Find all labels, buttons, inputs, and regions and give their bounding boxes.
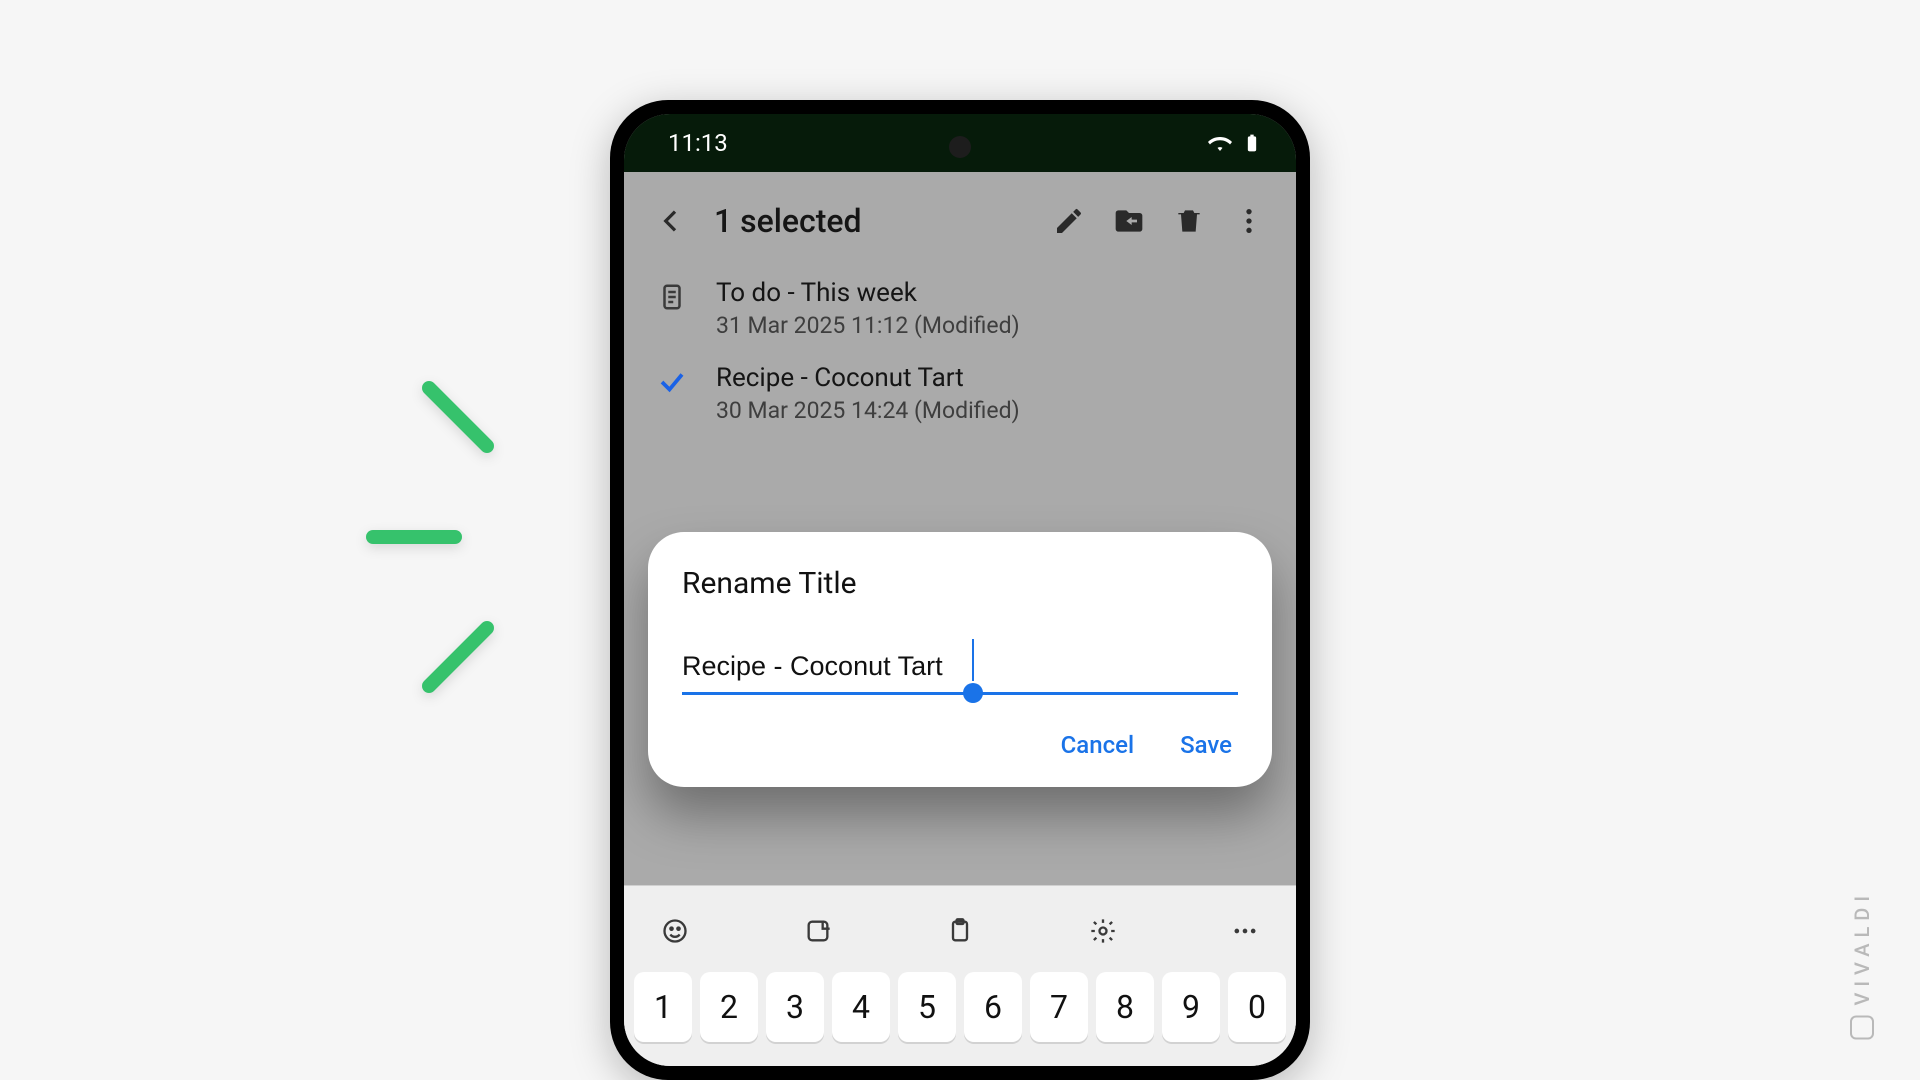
soft-keyboard[interactable]: 1 2 3 4 5 6 7 8 9 0 — [624, 885, 1296, 1066]
note-meta: 31 Mar 2025 11:12 (Modified) — [716, 312, 1020, 339]
notes-list: To do - This week 31 Mar 2025 11:12 (Mod… — [624, 266, 1296, 436]
key-digit[interactable]: 9 — [1162, 972, 1220, 1042]
selection-count: 1 selected — [710, 202, 1030, 240]
key-digit[interactable]: 1 — [634, 972, 692, 1042]
battery-icon — [1242, 131, 1262, 155]
key-digit[interactable]: 7 — [1030, 972, 1088, 1042]
key-digit[interactable]: 5 — [898, 972, 956, 1042]
front-camera — [949, 136, 971, 158]
wifi-icon — [1208, 131, 1232, 155]
key-digit[interactable]: 8 — [1096, 972, 1154, 1042]
key-digit[interactable]: 3 — [766, 972, 824, 1042]
save-button[interactable]: Save — [1180, 731, 1232, 759]
phone-screen: 11:13 1 selected — [624, 114, 1296, 1066]
clipboard-icon[interactable] — [943, 914, 977, 948]
brand-watermark: VIVALDI — [1850, 890, 1874, 1040]
list-item[interactable]: Recipe - Coconut Tart 30 Mar 2025 14:24 … — [636, 351, 1284, 436]
settings-icon[interactable] — [1086, 914, 1120, 948]
dialog-title: Rename Title — [682, 566, 1238, 601]
edit-icon[interactable] — [1048, 200, 1090, 242]
status-time: 11:13 — [668, 129, 728, 157]
list-item[interactable]: To do - This week 31 Mar 2025 11:12 (Mod… — [636, 266, 1284, 351]
selected-check-icon — [650, 363, 694, 397]
selection-toolbar: 1 selected — [624, 172, 1296, 266]
key-digit[interactable]: 2 — [700, 972, 758, 1042]
back-icon[interactable] — [650, 200, 692, 242]
keyboard-toolbar — [624, 886, 1296, 972]
delete-icon[interactable] — [1168, 200, 1210, 242]
rename-dialog: Rename Title Cancel Save — [648, 532, 1272, 787]
emoji-icon[interactable] — [658, 914, 692, 948]
overflow-icon[interactable] — [1228, 200, 1270, 242]
text-caret-icon — [972, 639, 974, 681]
sticker-icon[interactable] — [801, 914, 835, 948]
note-title: To do - This week — [716, 278, 1020, 308]
note-meta: 30 Mar 2025 14:24 (Modified) — [716, 397, 1020, 424]
keyboard-digit-row: 1 2 3 4 5 6 7 8 9 0 — [624, 972, 1296, 1066]
note-icon — [650, 278, 694, 312]
key-digit[interactable]: 6 — [964, 972, 1022, 1042]
cancel-button[interactable]: Cancel — [1061, 731, 1134, 759]
phone-frame: 11:13 1 selected — [610, 100, 1310, 1080]
key-digit[interactable]: 4 — [832, 972, 890, 1042]
key-digit[interactable]: 0 — [1228, 972, 1286, 1042]
rename-input[interactable] — [682, 647, 1238, 695]
more-icon[interactable] — [1228, 914, 1262, 948]
move-folder-icon[interactable] — [1108, 200, 1150, 242]
note-title: Recipe - Coconut Tart — [716, 363, 1020, 393]
